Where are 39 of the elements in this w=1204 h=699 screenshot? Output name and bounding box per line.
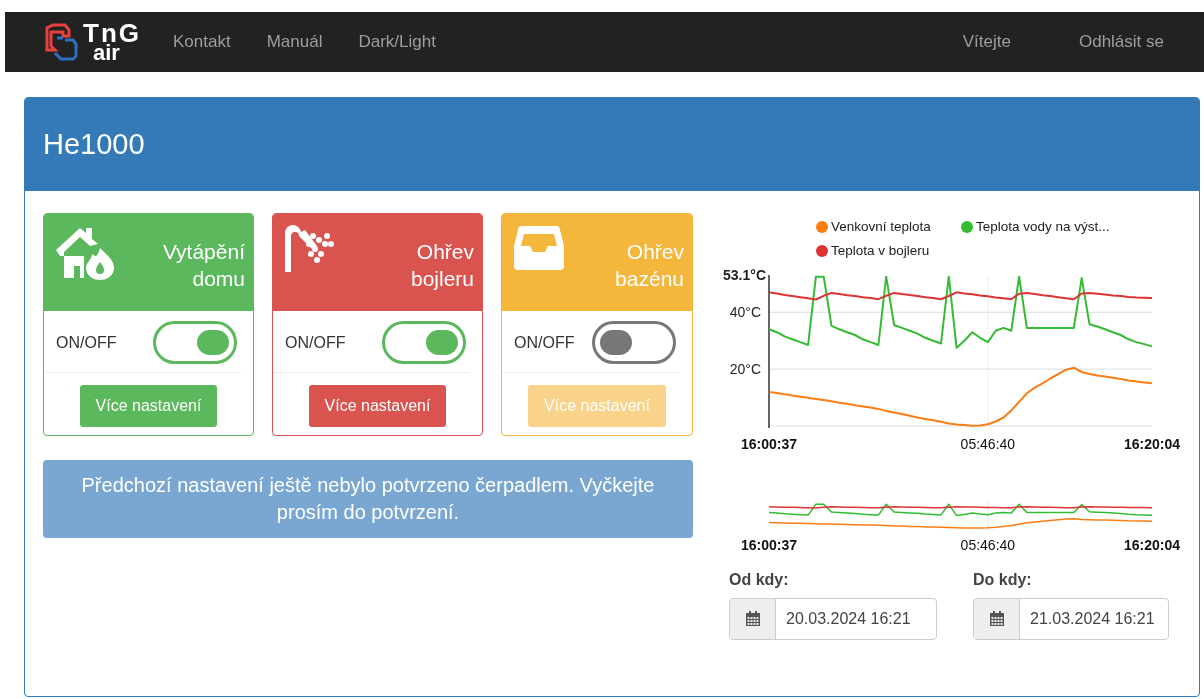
axis-label: 05:46:40	[960, 436, 1016, 452]
nav-link[interactable]: Manuál	[266, 29, 323, 55]
field-label: Do kdy:	[973, 570, 1033, 590]
axis-label: 05:46:40	[960, 537, 1016, 553]
legend-item: Teplota vody na výst...	[961, 219, 1110, 234]
tray-icon	[512, 224, 566, 272]
date-field[interactable]: 20.03.2024 16:21	[729, 598, 937, 640]
axis-label: 16:00:37	[741, 436, 797, 452]
switch-label: ON/OFF	[56, 332, 117, 353]
calendar-icon	[744, 611, 761, 627]
shower-icon	[283, 224, 337, 274]
logo-text: air	[93, 43, 120, 62]
tile-title: Ohřev bojleru	[409, 239, 474, 293]
nav-link[interactable]: Dark/Light	[358, 29, 436, 55]
switch-label: ON/OFF	[285, 332, 346, 353]
axis-label: 16:00:37	[741, 537, 797, 553]
toggle-switch[interactable]	[153, 321, 237, 364]
legend-item: Teplota v bojleru	[816, 243, 930, 258]
axis-label: 40°C	[729, 304, 761, 321]
axis-label: 16:20:04	[1124, 537, 1180, 553]
field-label: Od kdy:	[729, 570, 790, 590]
axis-label: 20°C	[729, 361, 761, 378]
nav-link[interactable]: Kontakt	[173, 29, 231, 55]
logo-icon	[43, 22, 79, 62]
panel-title: He1000	[25, 98, 1199, 191]
nav-link[interactable]: Vítejte	[962, 29, 1011, 55]
logo-text: TnG	[83, 22, 141, 44]
legend-item: Venkovní teplota	[816, 219, 931, 234]
toggle-switch[interactable]	[382, 321, 466, 364]
nav-link[interactable]: Odhlásit se	[1078, 29, 1164, 55]
switch-label: ON/OFF	[514, 332, 575, 353]
calendar-icon	[988, 611, 1005, 627]
settings-button[interactable]: Více nastavení	[308, 385, 447, 427]
tile-title: Ohřev bazénu	[614, 239, 684, 293]
axis-label: 53.1°C	[723, 267, 766, 283]
notice-message: Předchozí nastavení ještě nebylo potvrzeno čerpadlem. Vyčkejte prosím do potvrzení.	[43, 460, 693, 538]
axis-label: 16:20:04	[1124, 436, 1180, 452]
tile-title: Vytápění domu	[161, 239, 245, 293]
date-field[interactable]: 21.03.2024 16:21	[973, 598, 1169, 640]
